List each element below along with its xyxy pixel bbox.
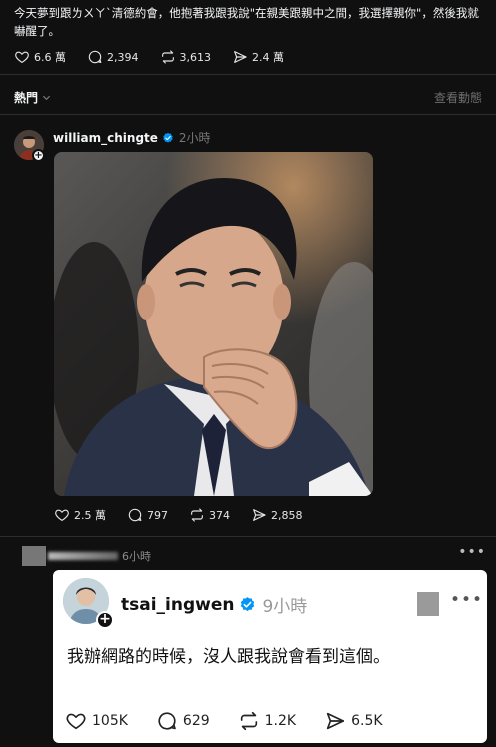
repost-count: 3,613 [179,50,212,64]
post-time: 6小時 [122,550,151,563]
view-activity-link[interactable]: 查看動態 [434,89,482,106]
share-button[interactable]: 2.4 萬 [232,49,284,65]
follow-plus-icon: + [96,611,114,629]
card-username: tsai_ingwen [121,594,235,615]
repost-icon [240,711,257,731]
card-share: 6.5K [324,710,383,732]
redacted-username [48,552,118,560]
repost-icon [161,50,174,64]
card-repost-count: 1.2K [264,713,297,729]
repost-icon [191,508,203,522]
chevron-down-icon [42,95,51,101]
share-count: 2.4 萬 [252,51,284,64]
post-time: 2小時 [178,131,211,145]
follow-plus-icon[interactable]: + [32,149,45,162]
like-count: 6.6 萬 [34,51,66,64]
card-header: tsai_ingwen 9小時 [121,592,308,618]
like-count: 2.5 萬 [74,509,106,522]
reply-button[interactable]: 797 [127,507,168,523]
more-icon: ••• [450,590,484,610]
divider [0,74,496,75]
card-repost: 1.2K [238,710,296,732]
post-actions: 6.6 萬 2,394 3,613 2.4 萬 [14,49,305,65]
heart-icon [66,713,86,730]
card-like-count: 105K [92,713,128,729]
heart-icon [15,51,29,63]
heart-icon [55,509,69,521]
comment-icon [158,712,176,730]
username[interactable]: william_chingte [53,131,158,145]
card-text: 我辦網路的時候，沒人跟我說會看到這個。 [67,647,390,667]
like-button[interactable]: 6.6 萬 [14,49,66,65]
comment-icon [88,50,102,64]
redacted-block [417,592,439,616]
redacted-avatar [22,546,46,566]
reply-count: 2,394 [107,50,139,64]
reply-button[interactable]: 2,394 [87,49,139,65]
verified-badge-icon [241,597,255,612]
card-reply-count: 629 [182,713,210,729]
reply-count: 797 [147,508,168,522]
card-time: 9小時 [262,597,308,617]
tab-hot[interactable]: 熱門 [14,89,51,106]
share-icon [326,712,345,730]
divider [0,536,496,537]
embedded-post-screenshot[interactable]: + tsai_ingwen 9小時 ••• 我辦網路的時候，沒人跟我說會看到這個… [53,570,487,743]
share-button[interactable]: 2,858 [251,507,303,523]
tab-hot-label: 熱門 [14,91,39,105]
card-share-count: 6.5K [351,713,383,729]
repost-button[interactable]: 374 [189,507,230,523]
divider [0,114,496,115]
post-actions: 2.5 萬 797 374 2,858 [54,507,324,523]
post-image[interactable] [54,152,373,496]
verified-badge-icon [163,132,173,143]
repost-count: 374 [209,508,230,522]
post-text: 今天夢到跟ㄌㄨㄚˋ清德約會，他抱著我跟我說"在親美跟親中之間，我選擇親你"，然後… [14,6,479,38]
like-button[interactable]: 2.5 萬 [54,507,106,523]
post-image-photo [54,152,373,496]
card-actions: 105K 629 1.2K 6.5K [65,710,411,732]
post-header: 6小時 [22,546,151,566]
share-count: 2,858 [271,508,303,522]
card-like: 105K [65,710,128,732]
post-header: william_chingte 2小時 [53,129,211,146]
share-icon [253,509,266,521]
comment-icon [128,508,142,522]
share-icon [234,51,247,63]
repost-button[interactable]: 3,613 [160,49,212,65]
more-icon[interactable]: ••• [458,544,486,560]
card-reply: 629 [156,710,210,732]
